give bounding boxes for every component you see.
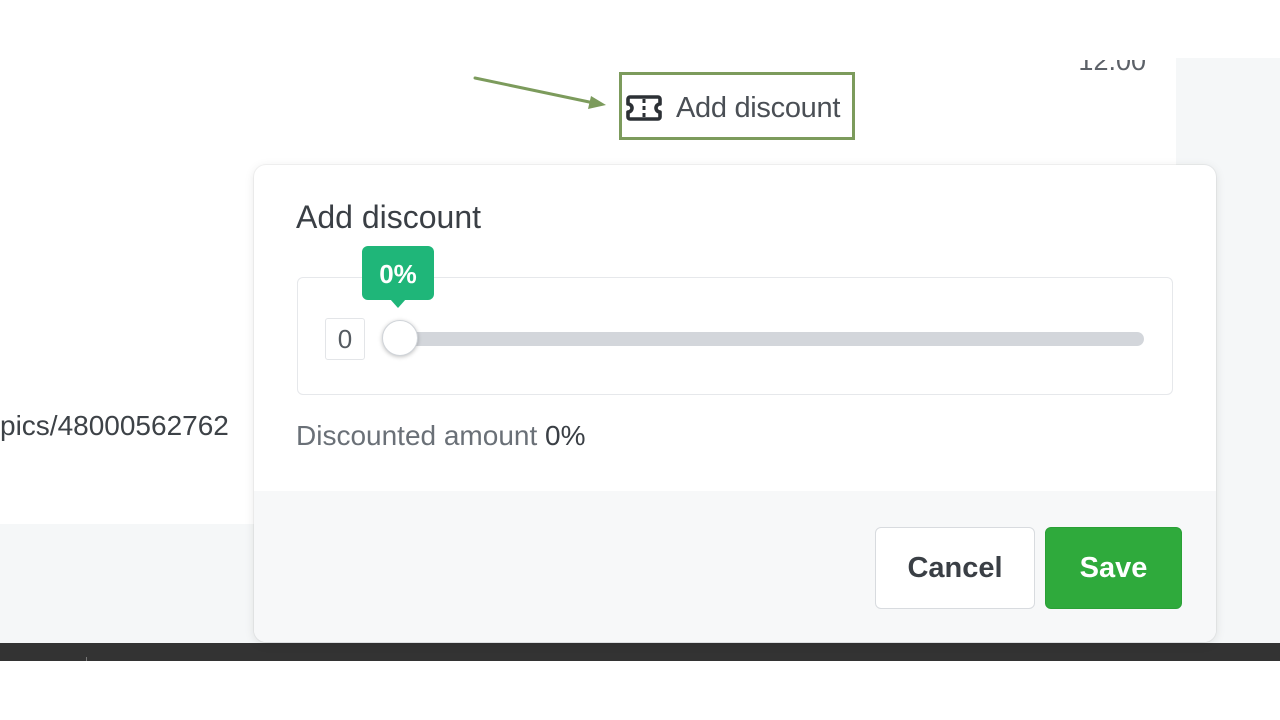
bottom-bar <box>0 643 1280 661</box>
slider-handle[interactable] <box>382 320 418 356</box>
modal-footer: Cancel Save <box>254 491 1216 642</box>
discounted-amount-value: 0% <box>545 420 586 451</box>
add-discount-label: Add discount <box>676 91 841 124</box>
add-discount-link[interactable]: Add discount <box>626 88 840 128</box>
slider-tooltip: 0% <box>362 246 434 308</box>
discount-value-input[interactable] <box>325 318 365 360</box>
ticket-icon <box>626 95 662 121</box>
slider-track[interactable] <box>398 332 1144 346</box>
discounted-amount-label: Discounted amount <box>296 420 538 451</box>
discount-modal: Add discount 0% Discounted amount 0% Can… <box>254 165 1216 642</box>
discounted-amount: Discounted amount 0% <box>296 420 586 452</box>
modal-title: Add discount <box>296 199 482 235</box>
cancel-button[interactable]: Cancel <box>875 527 1035 609</box>
url-fragment: pics/48000562762 <box>0 410 229 441</box>
annotation-arrow <box>473 76 606 109</box>
line-total: 12.00 <box>1078 46 1146 76</box>
save-button[interactable]: Save <box>1045 527 1182 609</box>
